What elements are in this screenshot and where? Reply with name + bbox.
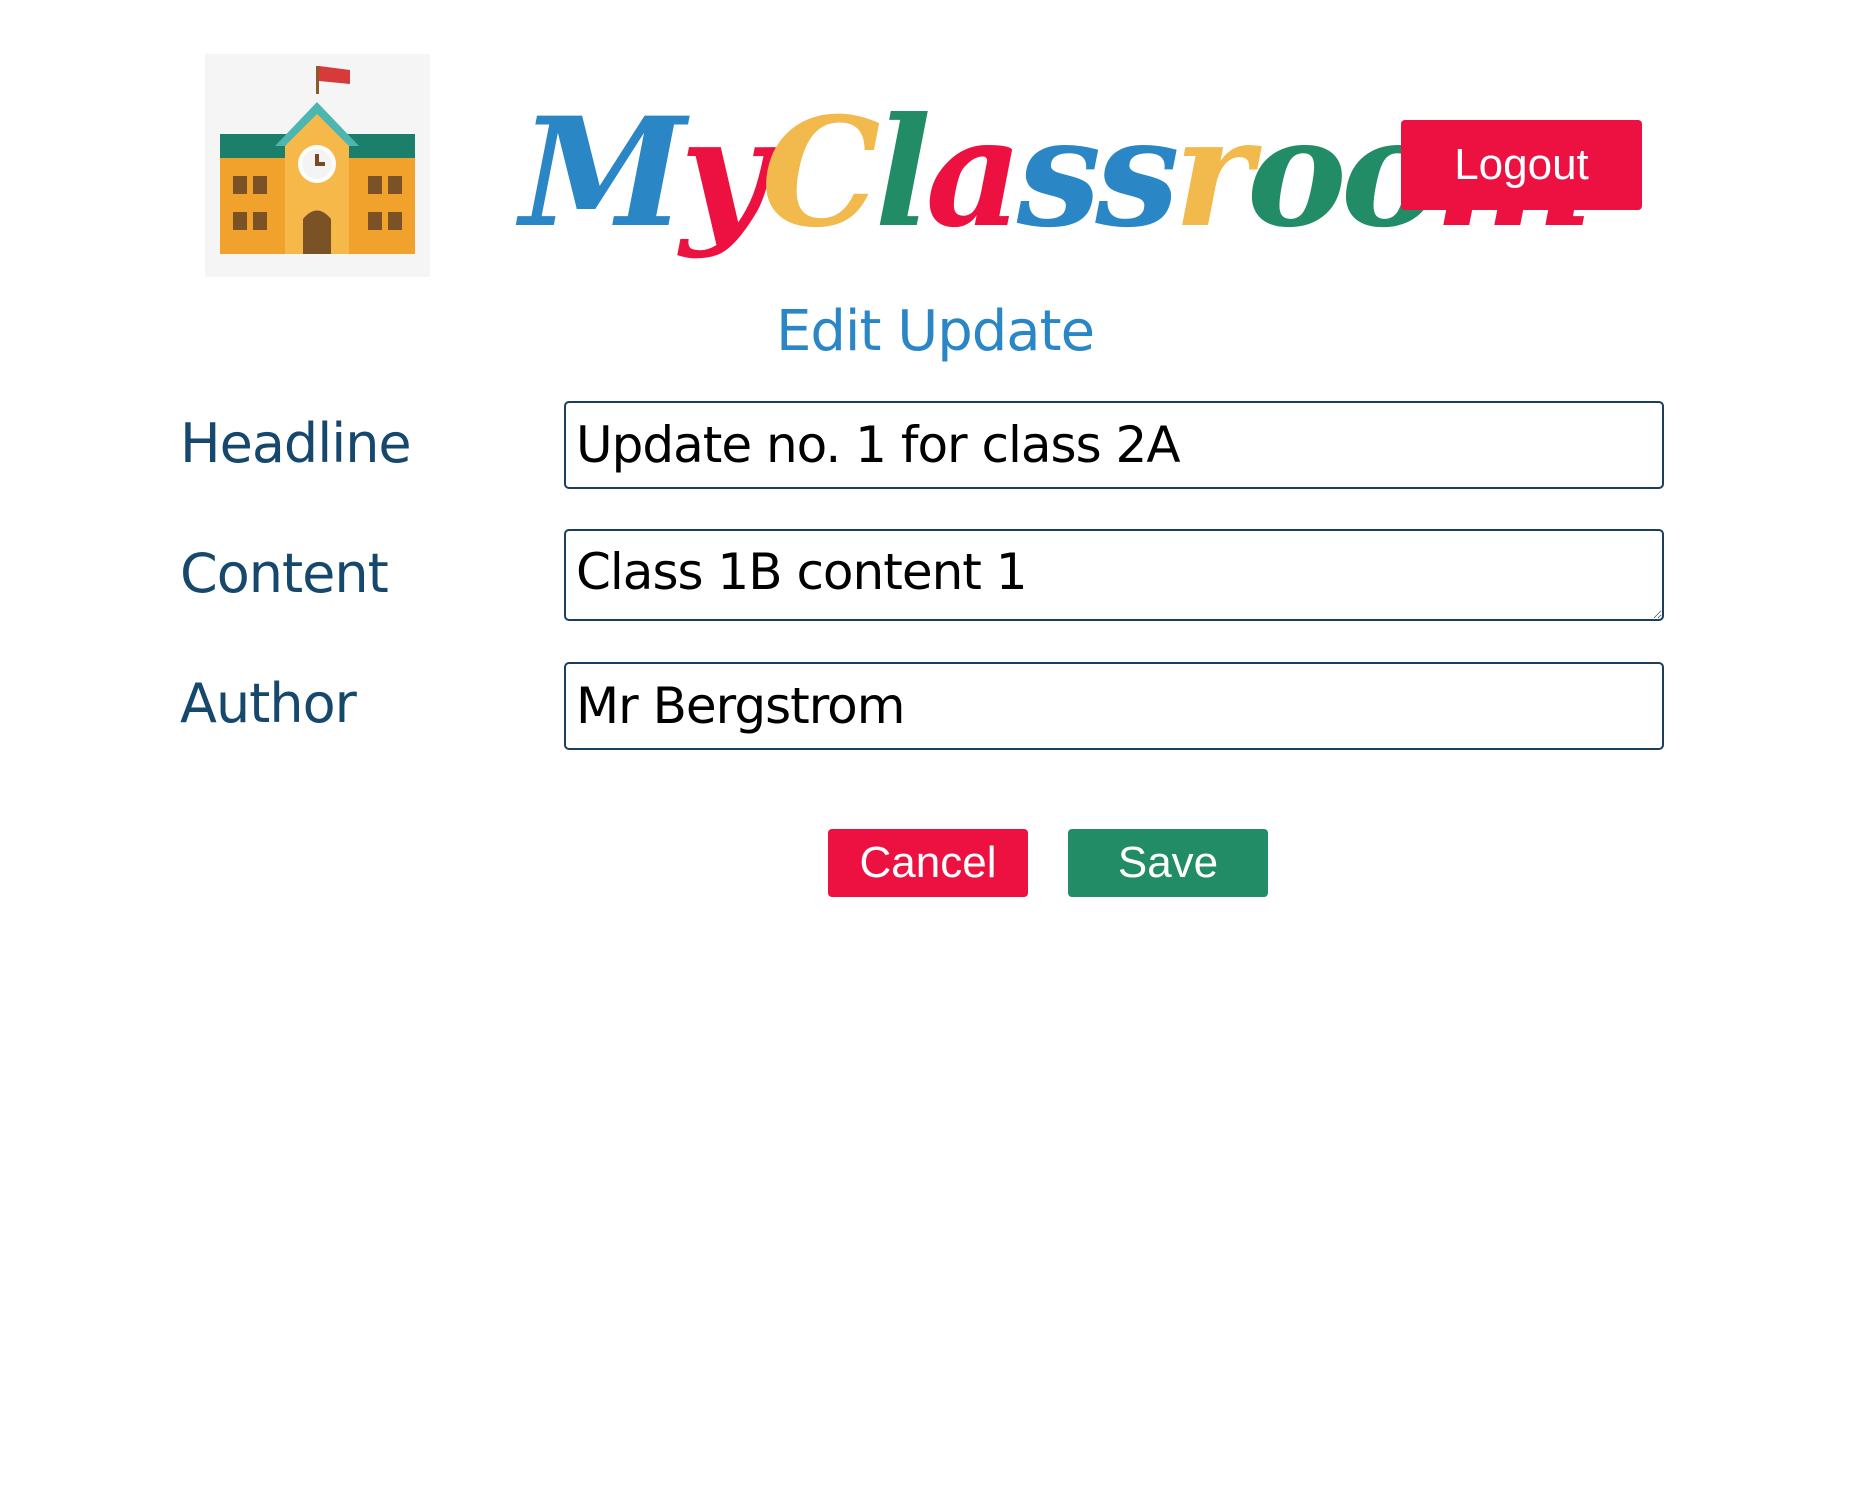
brand-letter: r [1173, 85, 1253, 261]
brand-letter: s [1016, 85, 1101, 261]
save-button[interactable]: Save [1068, 829, 1268, 897]
brand-letter: y [680, 85, 767, 261]
school-building-icon [205, 54, 430, 277]
brand-letter: a [925, 85, 1023, 261]
page-title: Edit Update [775, 299, 1095, 364]
brand-letter: o [1246, 85, 1347, 261]
content-textarea[interactable]: Class 1B content 1 [564, 529, 1664, 621]
logout-button[interactable]: Logout [1401, 120, 1642, 210]
brand-letter: l [874, 85, 932, 261]
edit-update-page: MyClassroom Logout Edit Update Headline … [0, 0, 1860, 1506]
headline-label: Headline [180, 412, 412, 475]
author-input[interactable] [564, 662, 1664, 750]
brand-logo: MyClassroom [520, 78, 1594, 288]
headline-input[interactable] [564, 401, 1664, 489]
author-label: Author [180, 672, 357, 735]
brand-letter: C [761, 85, 880, 261]
brand-letter: M [520, 85, 686, 261]
content-label: Content [180, 542, 389, 605]
cancel-button[interactable]: Cancel [828, 829, 1028, 897]
brand-letter: s [1095, 85, 1179, 261]
